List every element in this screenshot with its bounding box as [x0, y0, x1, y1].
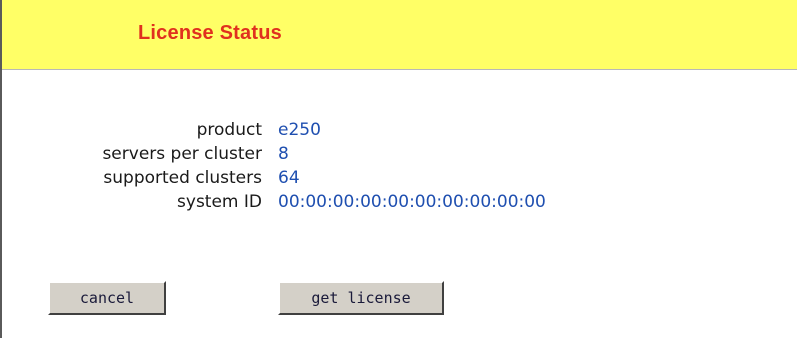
header-bar: License Status	[2, 0, 797, 70]
supported-clusters-label: supported clusters	[103, 168, 262, 188]
product-label: product	[196, 120, 262, 140]
system-id-label: system ID	[177, 192, 262, 212]
cancel-button[interactable]: cancel	[48, 281, 166, 315]
system-id-value: 00:00:00:00:00:00:00:00:00:00	[278, 192, 546, 212]
servers-per-cluster-value: 8	[278, 144, 289, 164]
supported-clusters-value: 64	[278, 168, 300, 188]
get-license-button[interactable]: get license	[278, 281, 444, 315]
product-value: e250	[278, 120, 321, 140]
license-status-window: License Status product e250 servers per …	[0, 0, 797, 338]
page-title: License Status	[138, 22, 282, 44]
servers-per-cluster-label: servers per cluster	[102, 144, 262, 164]
